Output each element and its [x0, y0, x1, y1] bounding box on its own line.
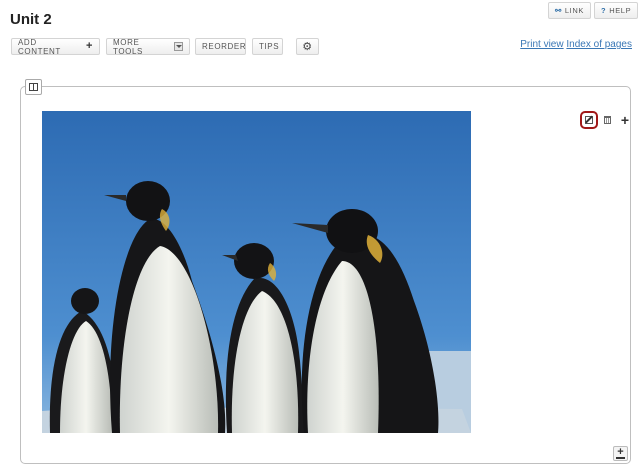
help-label: HELP [609, 6, 632, 15]
more-tools-label: MORE TOOLS [113, 37, 143, 56]
add-below-button[interactable]: + [613, 446, 628, 461]
tips-button[interactable]: TIPS [252, 38, 283, 55]
plus-icon: + [85, 40, 93, 52]
gear-icon: ⚙ [302, 41, 313, 53]
dropdown-icon [173, 42, 183, 51]
penguin-image [42, 111, 471, 433]
trash-icon [603, 116, 611, 124]
print-view-link[interactable]: Print view [520, 39, 563, 50]
delete-button[interactable] [598, 111, 616, 129]
add-content-button[interactable]: ADD CONTENT + [11, 37, 100, 56]
plus-icon: + [620, 112, 630, 128]
index-of-pages-link[interactable]: Index of pages [566, 39, 632, 50]
edit-button[interactable] [580, 111, 598, 129]
column-layout-button[interactable] [25, 79, 42, 95]
add-below-icon: + [617, 446, 624, 458]
reorder-button[interactable]: REORDER [195, 38, 246, 55]
reorder-label: REORDER [202, 42, 247, 51]
page-links: Print view Index of pages [520, 39, 632, 50]
columns-icon [29, 83, 38, 91]
question-icon: ? [601, 6, 607, 15]
link-label: LINK [564, 6, 584, 15]
edit-icon [585, 116, 593, 124]
more-tools-button[interactable]: MORE TOOLS [106, 37, 190, 56]
item-tools: + [580, 110, 634, 130]
link-icon: ⚯ [555, 6, 562, 15]
add-item-button[interactable]: + [616, 111, 634, 129]
settings-button[interactable]: ⚙ [296, 38, 319, 55]
help-button[interactable]: ? HELP [594, 2, 639, 19]
tips-label: TIPS [259, 42, 280, 51]
link-button[interactable]: ⚯ LINK [548, 2, 591, 19]
page-title: Unit 2 [10, 11, 52, 28]
add-content-label: ADD CONTENT [18, 37, 61, 56]
